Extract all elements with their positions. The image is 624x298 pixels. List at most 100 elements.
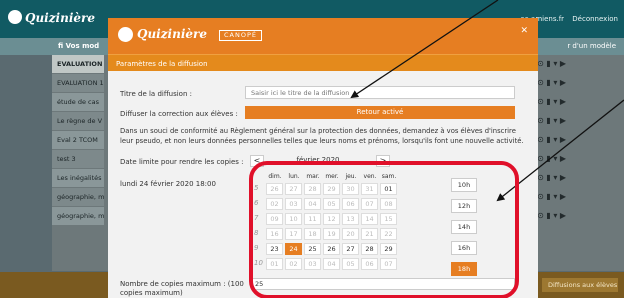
calendar-day[interactable]: 01 [266, 258, 283, 270]
calendar-day[interactable]: 25 [304, 243, 321, 255]
date-limit-label: Date limite pour rendre les copies : [120, 158, 244, 166]
calendar-day[interactable]: 23 [266, 243, 283, 255]
calendar-day[interactable]: 30 [342, 183, 359, 195]
calendar-day[interactable]: 17 [285, 228, 302, 240]
modal-subtitle-bar: Paramètres de la diffusion [108, 54, 538, 71]
calendar-day[interactable]: 07 [361, 198, 378, 210]
time-slot-button[interactable]: 12h [451, 199, 477, 213]
time-slot-button[interactable]: 10h [451, 178, 477, 192]
weekday-header: ven. [363, 173, 377, 180]
weekday-header: jeu. [345, 173, 357, 180]
app-logo-text: Quizinière [25, 11, 95, 25]
list-item[interactable]: géographie, mo [52, 188, 104, 206]
month-navigation: < février 2020 > [250, 155, 390, 167]
calendar-day[interactable]: 29 [380, 243, 397, 255]
calendar-day[interactable]: 26 [323, 243, 340, 255]
row-actions[interactable]: ◻ ⊙ ▮ ▾ ▶ [528, 150, 618, 168]
calendar-day[interactable]: 31 [361, 183, 378, 195]
row-actions[interactable]: ◻ ⊙ ▮ ▾ ▶ [528, 74, 618, 92]
time-slot-button[interactable]: 14h [451, 220, 477, 234]
calendar-day[interactable]: 20 [342, 228, 359, 240]
create-from-model-link[interactable]: r d'un modèle [567, 42, 616, 50]
calendar-day[interactable]: 22 [380, 228, 397, 240]
calendar-day[interactable]: 28 [361, 243, 378, 255]
week-number: 8 [254, 229, 259, 237]
week-number: 5 [254, 184, 259, 192]
calendar-day[interactable]: 04 [323, 258, 340, 270]
calendar-day[interactable]: 08 [380, 198, 397, 210]
month-label: février 2020 [296, 156, 340, 164]
row-actions[interactable]: ◻ ⊙ ▮ ▾ ▶ [528, 131, 618, 149]
calendar-day[interactable]: 06 [342, 198, 359, 210]
list-item[interactable]: EVALUATION 1 [52, 55, 104, 73]
calendar-day[interactable]: 09 [266, 213, 283, 225]
logo-icon [8, 10, 22, 24]
list-item[interactable]: test 3 [52, 150, 104, 168]
title-input[interactable] [245, 86, 515, 99]
calendar-day[interactable]: 12 [323, 213, 340, 225]
diffusions-button[interactable]: Diffusions aux élèves [542, 278, 618, 292]
diffusion-modal: Quizinière CANOPÉ ✕ Paramètres de la dif… [108, 18, 538, 298]
calendar-day[interactable]: 05 [323, 198, 340, 210]
list-item[interactable]: Eval 2 TCOM [52, 131, 104, 149]
weekday-header: lun. [288, 173, 300, 180]
correction-toggle-button[interactable]: Retour activé [245, 106, 515, 119]
app-logo[interactable]: Quizinière [8, 10, 95, 25]
calendar-day[interactable]: 28 [304, 183, 321, 195]
calendar-day[interactable]: 24 [285, 243, 302, 255]
row-actions[interactable]: ◻ ⊙ ▮ ▾ ▶ [528, 93, 618, 111]
week-number: 10 [254, 259, 263, 267]
calendar-day[interactable]: 21 [361, 228, 378, 240]
rgpd-notice: Dans un souci de conformité au Règlement… [120, 127, 524, 145]
logo-icon [118, 27, 133, 42]
calendar-day[interactable]: 27 [285, 183, 302, 195]
list-item[interactable]: géographie, mo [52, 207, 104, 225]
row-actions[interactable]: ◻ ⊙ ▮ ▾ ▶ [528, 112, 618, 130]
row-actions[interactable]: ◻ ⊙ ▮ ▾ ▶ [528, 188, 618, 206]
calendar-day[interactable]: 10 [285, 213, 302, 225]
list-item[interactable]: étude de cas [52, 93, 104, 111]
calendar-day[interactable]: 01 [380, 183, 397, 195]
calendar-day[interactable]: 05 [342, 258, 359, 270]
calendar-day[interactable]: 13 [342, 213, 359, 225]
list-header-title: fi Vos mod [58, 42, 100, 50]
calendar-day[interactable]: 16 [266, 228, 283, 240]
chevron-right-icon[interactable]: > [376, 155, 390, 167]
calendar-day[interactable]: 14 [361, 213, 378, 225]
correction-label: Diffuser la correction aux élèves : [120, 110, 238, 118]
calendar-day[interactable]: 19 [323, 228, 340, 240]
copies-max-input[interactable] [251, 278, 515, 290]
calendar-day[interactable]: 27 [342, 243, 359, 255]
calendar-day[interactable]: 06 [361, 258, 378, 270]
list-item[interactable]: EVALUATION 1 [52, 74, 104, 92]
close-icon[interactable]: ✕ [520, 26, 528, 36]
chevron-left-icon[interactable]: < [250, 155, 264, 167]
calendar-day[interactable]: 26 [266, 183, 283, 195]
calendar-day[interactable]: 02 [285, 258, 302, 270]
modal-header: Quizinière CANOPÉ ✕ [108, 18, 538, 54]
canope-badge: CANOPÉ [219, 30, 262, 41]
row-actions[interactable]: ◻ ⊙ ▮ ▾ ▶ [528, 55, 618, 73]
row-actions[interactable]: ◻ ⊙ ▮ ▾ ▶ [528, 169, 618, 187]
list-item[interactable]: Les inégalités [52, 169, 104, 187]
list-item[interactable]: Le règne de V [52, 112, 104, 130]
calendar-day[interactable]: 29 [323, 183, 340, 195]
row-actions[interactable]: ◻ ⊙ ▮ ▾ ▶ [528, 207, 618, 225]
week-number: 7 [254, 214, 259, 222]
calendar-day[interactable]: 15 [380, 213, 397, 225]
modal-logo: Quizinière [137, 27, 207, 41]
calendar-day[interactable]: 03 [304, 258, 321, 270]
calendar-day[interactable]: 04 [304, 198, 321, 210]
calendar-day[interactable]: 07 [380, 258, 397, 270]
calendar-day[interactable]: 02 [266, 198, 283, 210]
weekday-header: mer. [325, 173, 339, 180]
time-slot-button[interactable]: 16h [451, 241, 477, 255]
title-label: Titre de la diffusion : [120, 90, 192, 98]
weekday-header: sam. [381, 173, 397, 180]
calendar-day[interactable]: 18 [304, 228, 321, 240]
selected-date-text: lundi 24 février 2020 18:00 [120, 180, 216, 188]
time-slot-button[interactable]: 18h [451, 262, 477, 276]
calendar-day[interactable]: 11 [304, 213, 321, 225]
logout-link[interactable]: Déconnexion [572, 15, 618, 23]
calendar-day[interactable]: 03 [285, 198, 302, 210]
